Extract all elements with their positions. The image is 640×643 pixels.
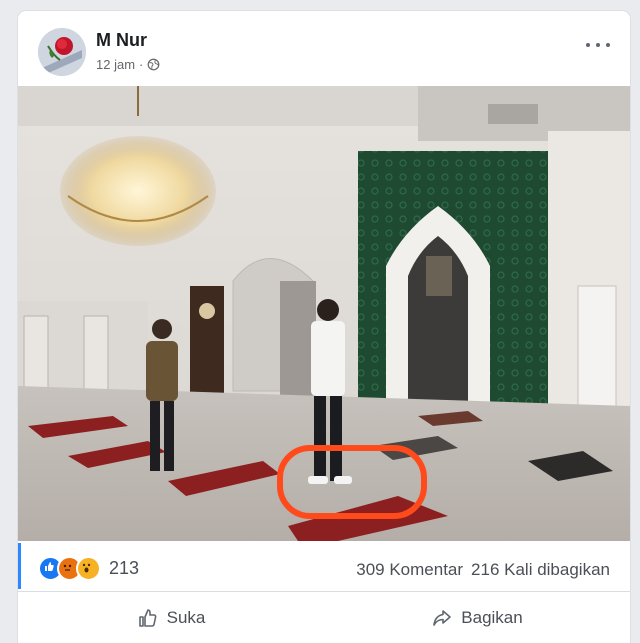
facebook-post-card: M Nur 12 jam · 213 309 Komentar 216 Kali…	[18, 11, 630, 643]
comments-count-link[interactable]: 309 Komentar	[356, 560, 463, 580]
reactions-summary[interactable]: 213	[38, 556, 139, 581]
share-button-label: Bagikan	[461, 608, 523, 627]
stats-accent-bar	[18, 543, 21, 589]
globe-icon	[147, 58, 160, 71]
post-photo[interactable]	[18, 86, 630, 541]
more-dot-icon	[586, 43, 590, 47]
more-options-button[interactable]	[586, 37, 610, 53]
meta-separator: ·	[139, 57, 144, 72]
engagement-stats: 309 Komentar 216 Kali dibagikan	[356, 560, 610, 580]
like-button-label: Suka	[166, 608, 206, 627]
shares-count-link[interactable]: 216 Kali dibagikan	[471, 560, 610, 580]
post-timestamp[interactable]: 12 jam	[96, 57, 135, 72]
more-dot-icon	[596, 43, 600, 47]
post-stats: 213 309 Komentar 216 Kali dibagikan	[18, 541, 630, 592]
avatar-rose-image	[38, 28, 86, 76]
post-actions: Suka Bagikan	[18, 593, 630, 643]
thumbs-up-icon	[138, 609, 157, 627]
post-meta: 12 jam ·	[96, 57, 160, 72]
like-button[interactable]: Suka	[18, 593, 324, 643]
share-button[interactable]: Bagikan	[324, 593, 630, 643]
more-dot-icon	[606, 43, 610, 47]
reactions-count: 213	[109, 558, 140, 578]
share-arrow-icon	[433, 610, 452, 626]
author-name[interactable]: M Nur	[96, 30, 147, 51]
mosque-interior-photo	[18, 86, 630, 541]
avatar[interactable]	[38, 28, 86, 76]
wow-icon	[76, 556, 101, 581]
